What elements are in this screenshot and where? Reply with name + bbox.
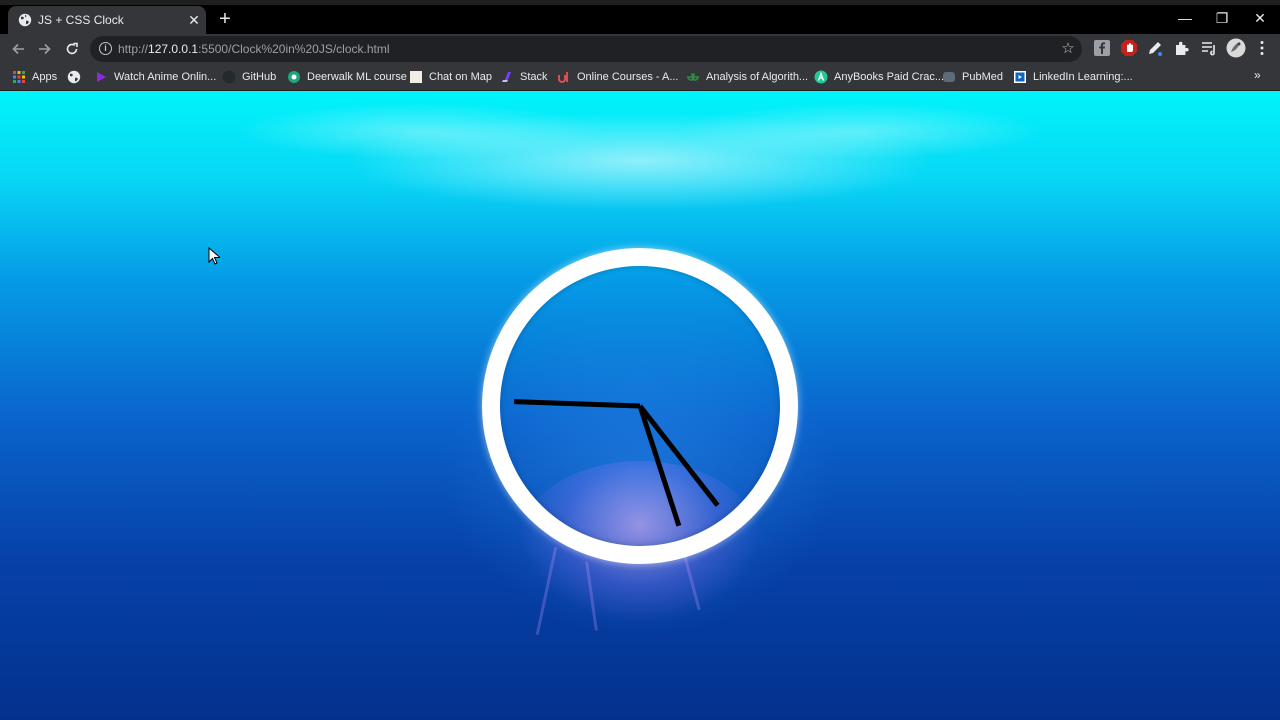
page-viewport <box>0 91 1280 720</box>
bookmark-pubmed[interactable]: PubMed <box>942 69 1003 85</box>
anime-icon <box>97 72 106 82</box>
profile-avatar[interactable] <box>1226 38 1246 58</box>
bookmark-label: AnyBooks Paid Crac... <box>834 71 945 83</box>
bookmark-label: Online Courses - A... <box>577 71 679 83</box>
bookmark-label: Apps <box>32 71 58 83</box>
forward-arrow-icon <box>39 43 51 55</box>
menu-icon[interactable] <box>1253 39 1271 57</box>
bookmark-github[interactable]: GitHub <box>222 69 276 85</box>
url-path: :5500/Clock%20in%20JS/clock.html <box>198 42 390 56</box>
bookmarks-overflow-button[interactable]: » <box>1254 68 1261 82</box>
close-window-button[interactable]: ✕ <box>1245 6 1275 30</box>
bookmark-analysis-of-algorithms[interactable]: Analysis of Algorith... <box>686 69 808 85</box>
pen-icon[interactable] <box>1146 39 1164 57</box>
bookmark-anybooks[interactable]: AnyBooks Paid Crac... <box>814 69 944 85</box>
bookmark-online-courses[interactable]: Online Courses - A... <box>557 69 679 85</box>
linkedin-icon <box>1014 71 1026 83</box>
apps-grid-icon <box>13 71 25 83</box>
bookmark-deerwalk[interactable]: Deerwalk ML course <box>287 69 407 85</box>
playlist-icon[interactable] <box>1200 39 1218 57</box>
bookmark-label: Watch Anime Onlin... <box>114 71 217 83</box>
facebook-icon[interactable] <box>1093 39 1111 57</box>
browser-toolbar: i http://127.0.0.1:5500/Clock%20in%20JS/… <box>0 34 1280 63</box>
globe-icon <box>67 70 81 84</box>
adblock-icon[interactable] <box>1120 39 1138 57</box>
bookmark-label: PubMed <box>962 71 1003 83</box>
puzzle-icon[interactable] <box>1173 39 1191 57</box>
bookmark-label: Deerwalk ML course <box>307 71 407 83</box>
hour-hand <box>514 399 641 409</box>
minimize-button[interactable]: — <box>1170 6 1200 30</box>
tab-clock[interactable]: JS + CSS Clock ✕ <box>8 6 206 34</box>
gfg-icon <box>687 73 699 81</box>
reload-icon <box>66 42 78 55</box>
bookmark-stack[interactable]: Stack <box>500 69 548 85</box>
new-tab-button[interactable]: + <box>214 9 236 31</box>
site-info-icon[interactable]: i <box>99 42 112 55</box>
bookmark-label: LinkedIn Learning:... <box>1033 71 1133 83</box>
reload-button[interactable] <box>60 37 84 61</box>
bookmark-star-icon[interactable]: ☆ <box>1058 39 1078 59</box>
deerwalk-icon <box>288 71 300 83</box>
second-hand <box>638 404 720 507</box>
bookmark-linkedin-learning[interactable]: LinkedIn Learning:... <box>1013 69 1133 85</box>
bookmarks-bar: Apps Watch Anime Onlin... GitHub Deerwal… <box>0 63 1280 91</box>
bookmark-label: Analysis of Algorith... <box>706 71 809 83</box>
clock-hands <box>514 399 720 527</box>
bookmark-chat-on-map[interactable]: Chat on Map <box>409 69 492 85</box>
tab-strip: JS + CSS Clock ✕ + — ❐ ✕ <box>0 0 1280 34</box>
tab-title: JS + CSS Clock <box>38 13 124 27</box>
bookmark-label: Chat on Map <box>429 71 492 83</box>
url-scheme: http:// <box>118 42 149 56</box>
url-host: 127.0.0.1 <box>148 42 199 56</box>
github-icon <box>222 70 236 84</box>
url-text[interactable]: http://127.0.0.1:5500/Clock%20in%20JS/cl… <box>118 42 390 56</box>
restore-button[interactable]: ❐ <box>1207 6 1237 30</box>
address-bar[interactable]: i http://127.0.0.1:5500/Clock%20in%20JS/… <box>90 36 1082 62</box>
bookmark-apps[interactable]: Apps <box>12 69 57 85</box>
back-button[interactable] <box>6 37 30 61</box>
bookmark-label: Stack <box>520 71 548 83</box>
bookmark-label: GitHub <box>242 71 277 83</box>
bookmark-globe[interactable] <box>67 69 87 85</box>
minute-hand <box>637 405 682 527</box>
mouse-cursor-icon <box>208 247 220 265</box>
anybooks-icon <box>814 70 828 84</box>
udemy-icon <box>558 72 568 83</box>
globe-icon <box>18 13 32 27</box>
pubmed-icon <box>943 72 955 82</box>
map-icon <box>410 71 422 83</box>
bookmark-watch-anime[interactable]: Watch Anime Onlin... <box>94 69 216 85</box>
tab-close-icon[interactable]: ✕ <box>186 12 202 28</box>
forward-button[interactable] <box>33 37 57 61</box>
back-arrow-icon <box>12 43 24 55</box>
stack-icon <box>502 72 511 82</box>
